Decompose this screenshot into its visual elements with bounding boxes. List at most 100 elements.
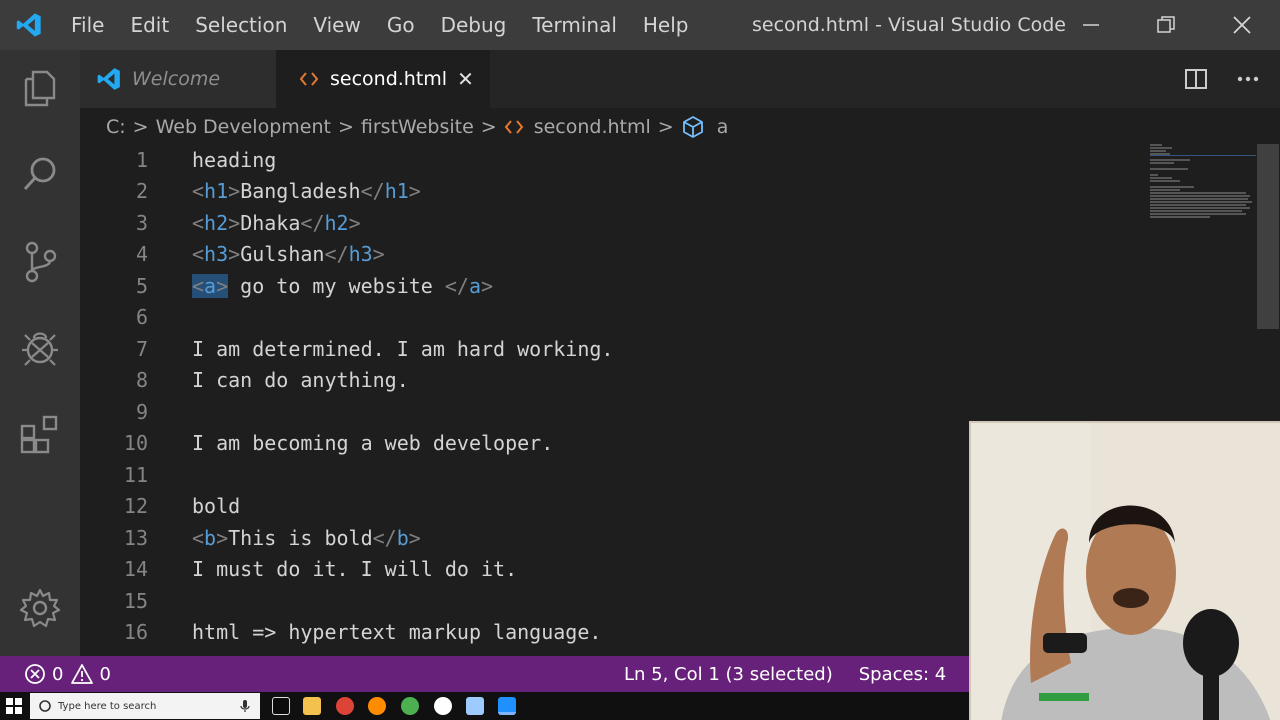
code-text: <h2>Dhaka</h2> (192, 210, 361, 235)
code-text: bold (192, 494, 241, 519)
restore-button[interactable] (1128, 0, 1203, 50)
taskbar-search-placeholder: Type here to search (58, 700, 157, 712)
close-window-button[interactable] (1204, 0, 1279, 50)
presenter-video-image (971, 423, 1280, 720)
minimap[interactable] (1148, 140, 1258, 230)
tab-second-html-label: second.html (330, 68, 448, 90)
file-explorer-icon[interactable] (303, 697, 321, 715)
more-icon (1237, 76, 1259, 82)
vertical-scrollbar[interactable] (1257, 144, 1279, 329)
minimize-icon (1082, 24, 1099, 26)
debug-icon[interactable] (14, 322, 66, 374)
minimize-button[interactable] (1053, 0, 1128, 50)
html-file-icon (504, 120, 523, 134)
more-actions-button[interactable] (1222, 50, 1274, 108)
breadcrumb-separator: > (480, 116, 497, 138)
code-text: <h3>Gulshan</h3> (192, 242, 385, 267)
line-number: 4 (135, 242, 148, 267)
chrome-icon[interactable] (336, 697, 354, 715)
warning-count: 0 (99, 663, 111, 685)
task-view-icon[interactable] (272, 697, 290, 715)
app-icon[interactable] (466, 697, 484, 715)
line-number: 15 (123, 588, 148, 613)
source-control-icon[interactable] (14, 236, 66, 288)
menu-debug[interactable]: Debug (428, 0, 520, 50)
code-line: 8 I can do anything. (80, 365, 1180, 397)
search-icon[interactable] (14, 148, 66, 200)
breadcrumb-file[interactable]: second.html (534, 116, 651, 138)
line-number: 16 (123, 620, 148, 645)
chrome-profile-icon[interactable] (401, 697, 419, 715)
tab-welcome[interactable]: Welcome (80, 50, 276, 108)
menu-edit[interactable]: Edit (117, 0, 182, 50)
app-icon[interactable] (434, 697, 452, 715)
warning-icon (71, 664, 94, 684)
line-number: 14 (123, 557, 148, 582)
explorer-icon[interactable] (14, 62, 66, 114)
tab-second-html[interactable]: second.html ✕ (276, 50, 490, 108)
error-count: 0 (52, 663, 64, 685)
menu-file[interactable]: File (58, 0, 117, 50)
code-text: html => hypertext markup language. (192, 620, 602, 645)
tab-bar: Welcome second.html ✕ (80, 50, 1280, 108)
activity-bar (0, 50, 80, 656)
code-text: I must do it. I will do it. (192, 557, 518, 582)
line-number: 9 (135, 399, 148, 424)
breadcrumb-drive[interactable]: C: (106, 116, 126, 138)
breadcrumb-separator: > (657, 116, 674, 138)
breadcrumb: C: > Web Development > firstWebsite > se… (80, 108, 1280, 146)
code-line: 5 <a> go to my website </a> (80, 270, 1180, 302)
code-text: <b>This is bold</b> (192, 525, 421, 550)
line-number: 5 (135, 273, 148, 298)
code-line: 3 <h2>Dhaka</h2> (80, 207, 1180, 239)
html-file-icon (300, 72, 318, 86)
split-editor-button[interactable] (1170, 50, 1222, 108)
close-icon (1232, 16, 1251, 34)
vscode-tab-icon (97, 68, 120, 90)
menu-view[interactable]: View (300, 0, 373, 50)
window-title: second.html - Visual Studio Code (752, 14, 1066, 36)
split-editor-icon (1185, 69, 1207, 89)
windows-start-icon[interactable] (6, 698, 22, 714)
line-number: 2 (135, 179, 148, 204)
tab-welcome-label: Welcome (132, 68, 221, 90)
title-bar: File Edit Selection View Go Debug Termin… (0, 0, 1280, 50)
code-text: I am determined. I am hard working. (192, 336, 614, 361)
webcam-overlay (969, 421, 1280, 720)
breadcrumb-symbol[interactable]: a (717, 116, 729, 138)
restore-icon (1156, 16, 1175, 33)
status-right: Ln 5, Col 1 (3 selected) Spaces: 4 U (624, 656, 1011, 692)
menu-terminal[interactable]: Terminal (519, 0, 630, 50)
code-text: <h1>Bangladesh</h1> (192, 179, 421, 204)
line-number: 1 (135, 147, 148, 172)
indentation[interactable]: Spaces: 4 (859, 664, 946, 685)
line-number: 11 (123, 462, 148, 487)
cursor-position[interactable]: Ln 5, Col 1 (3 selected) (624, 664, 833, 685)
gear-icon[interactable] (14, 582, 66, 634)
code-line: 4 <h3>Gulshan</h3> (80, 239, 1180, 271)
breadcrumb-separator: > (132, 116, 149, 138)
breadcrumb-folder-web-development[interactable]: Web Development (156, 116, 331, 138)
breadcrumb-separator: > (337, 116, 354, 138)
code-line: 6 (80, 302, 1180, 334)
extensions-icon[interactable] (14, 408, 66, 460)
menu-selection[interactable]: Selection (182, 0, 300, 50)
editor-actions (1170, 50, 1280, 108)
search-icon (39, 700, 51, 712)
line-number: 7 (135, 336, 148, 361)
problems-indicator[interactable]: 0 0 (24, 656, 111, 692)
microphone-icon (240, 700, 250, 712)
menu-go[interactable]: Go (374, 0, 428, 50)
breadcrumb-folder-firstwebsite[interactable]: firstWebsite (361, 116, 474, 138)
line-number: 6 (135, 305, 148, 330)
tab-close-icon[interactable]: ✕ (457, 67, 474, 91)
app-icon[interactable] (368, 697, 386, 715)
symbol-element-icon (682, 116, 703, 138)
menu-help[interactable]: Help (630, 0, 702, 50)
code-text: I can do anything. (192, 368, 409, 393)
line-number: 10 (123, 431, 148, 456)
menu-bar: File Edit Selection View Go Debug Termin… (58, 0, 702, 50)
error-icon (25, 664, 45, 684)
vscode-taskbar-icon[interactable] (498, 697, 516, 715)
taskbar-search-input[interactable]: Type here to search (30, 693, 260, 719)
